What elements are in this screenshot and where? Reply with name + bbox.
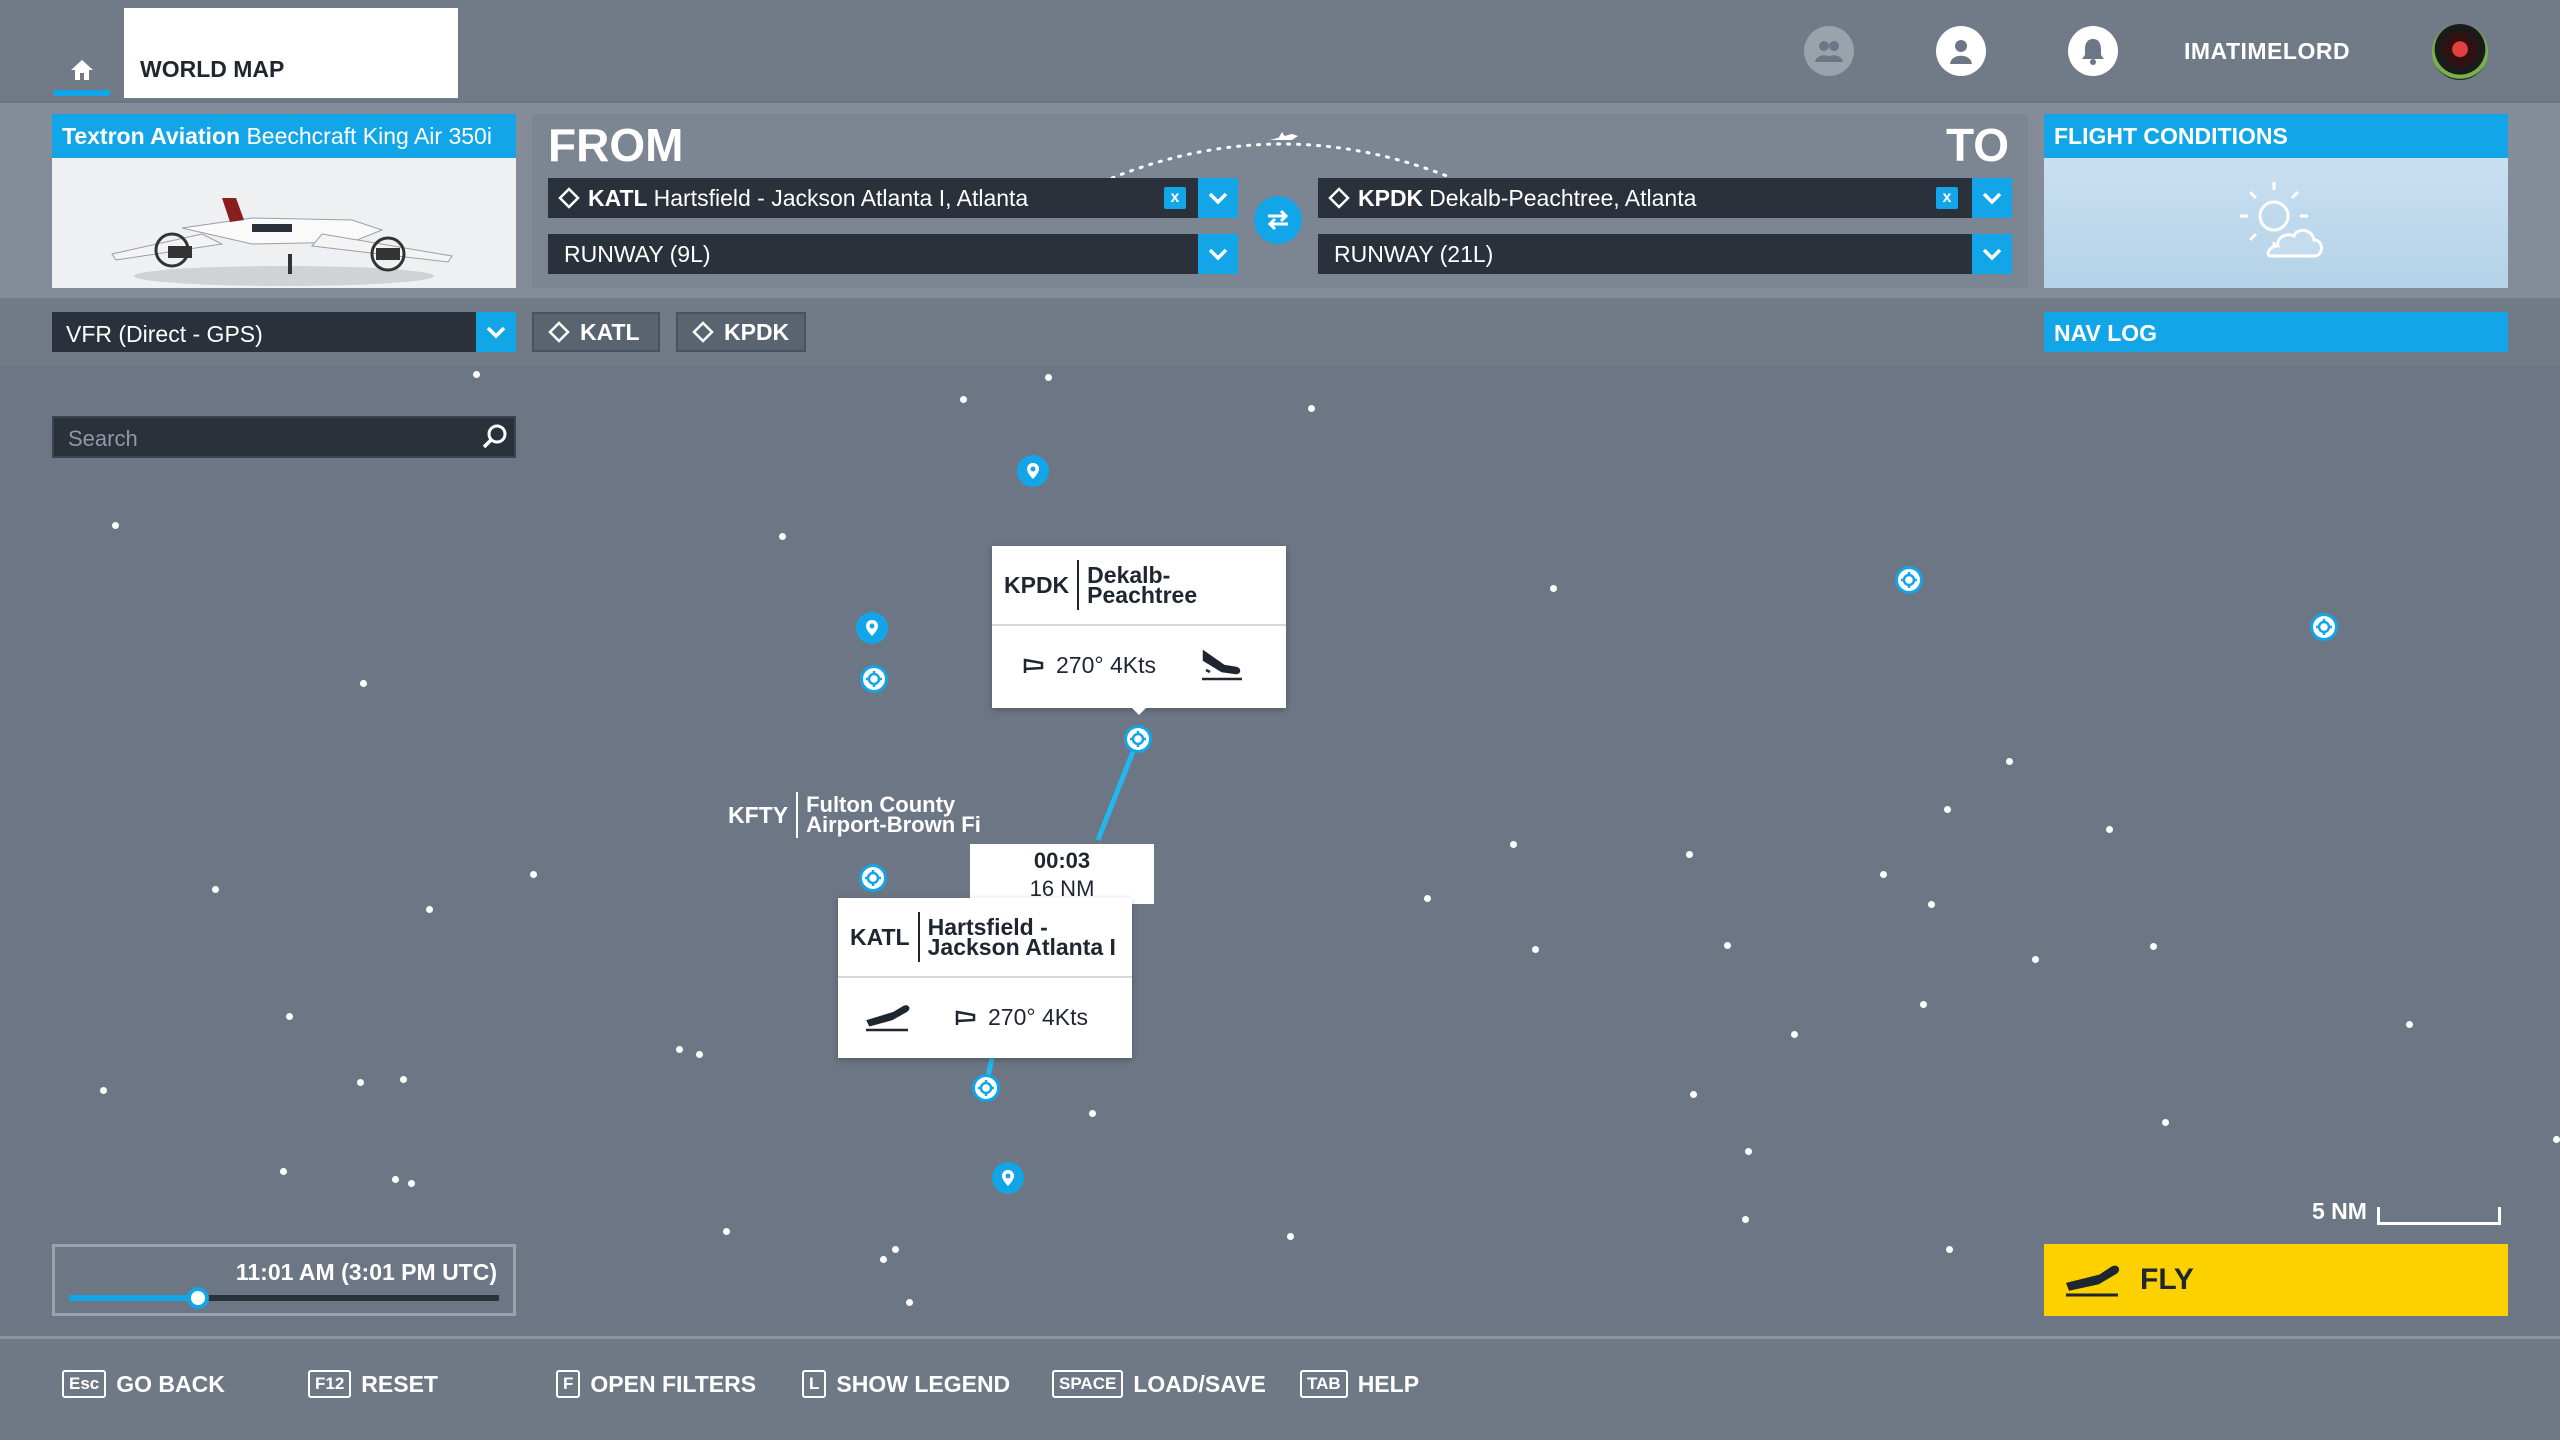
time-of-day-panel: 11:01 AM (3:01 PM UTC) [52,1244,516,1316]
airport-icon [1901,572,1917,588]
help-hotkey[interactable]: TAB HELP [1300,1370,1419,1398]
takeoff-icon [866,1005,910,1032]
departure-airport-marker[interactable] [972,1074,1000,1102]
leg-info-card: 00:03 16 NM [970,844,1154,904]
destination-airport-marker[interactable] [1124,725,1152,753]
hotkey-label: HELP [1357,1370,1420,1397]
airport-icon [866,671,882,687]
key-cap: F12 [308,1370,352,1398]
time-slider-thumb[interactable] [187,1287,209,1309]
key-cap: Esc [62,1370,107,1398]
key-cap: TAB [1300,1370,1348,1398]
kfty-airport-marker[interactable] [859,864,887,892]
location-pin-icon [1027,463,1039,479]
airport-icon [1130,731,1146,747]
wind-info: 270° 4Kts [988,1003,1088,1030]
destination-airport-card[interactable]: KPDK Dekalb-Peachtree 270° 4Kts [992,546,1286,708]
time-slider[interactable] [69,1287,499,1309]
show-legend-hotkey[interactable]: L SHOW LEGEND [802,1370,1010,1398]
airport-marker[interactable] [1895,566,1923,594]
location-pin-icon [866,620,878,636]
poi-pin[interactable] [1017,455,1049,487]
airport-marker[interactable] [860,665,888,693]
wind-info: 270° 4Kts [1056,651,1156,678]
airport-icon [2316,619,2332,635]
hotkey-label: SHOW LEGEND [836,1370,1011,1397]
load-save-hotkey[interactable]: SPACE LOAD/SAVE [1052,1370,1266,1398]
go-back-hotkey[interactable]: Esc GO BACK [62,1370,225,1398]
airport-code: KPDK [1004,560,1080,610]
airport-code: KFTY [728,792,799,838]
windsock-icon [1023,658,1044,673]
kfty-airport-label[interactable]: KFTY Fulton County Airport-Brown Fi [728,792,981,838]
airport-name: Dekalb-Peachtree [1087,562,1198,608]
route-line [983,738,1141,1087]
poi-pin[interactable] [856,612,888,644]
open-filters-hotkey[interactable]: F OPEN FILTERS [556,1370,756,1398]
key-cap: L [802,1370,827,1398]
key-cap: F [556,1370,581,1398]
departure-airport-card[interactable]: KATL Hartsfield - Jackson Atlanta I 270° … [838,898,1132,1058]
hotkey-label: LOAD/SAVE [1133,1370,1266,1397]
airport-code: KATL [850,912,920,962]
takeoff-icon [2065,1265,2120,1297]
card-pointer [1130,706,1148,715]
fly-label: FLY [2140,1263,2194,1296]
hotkey-label: OPEN FILTERS [590,1370,757,1397]
reset-hotkey[interactable]: F12 RESET [308,1370,438,1398]
landing-icon [1202,649,1242,681]
airport-icon [865,870,881,886]
poi-pin[interactable] [992,1162,1024,1194]
location-pin-icon [1002,1170,1014,1186]
hotkey-label: GO BACK [116,1370,225,1397]
airport-marker[interactable] [2310,613,2338,641]
hotkey-label: RESET [361,1370,438,1397]
windsock-icon [955,1010,976,1025]
map-scale: 5 NM [2312,1198,2501,1225]
airport-icon [978,1080,994,1096]
airport-name-line2: Jackson Atlanta I [927,934,1116,960]
time-label: 11:01 AM (3:01 PM UTC) [235,1259,497,1285]
fly-button[interactable]: FLY [2044,1244,2508,1316]
scale-label: 5 NM [2312,1198,2367,1224]
time-slider-fill [69,1295,198,1301]
key-cap: SPACE [1052,1370,1124,1398]
airport-name-line2: Airport-Brown Fi [806,812,981,837]
leg-time: 00:03 [1033,848,1091,873]
scale-bar [2376,1207,2501,1225]
